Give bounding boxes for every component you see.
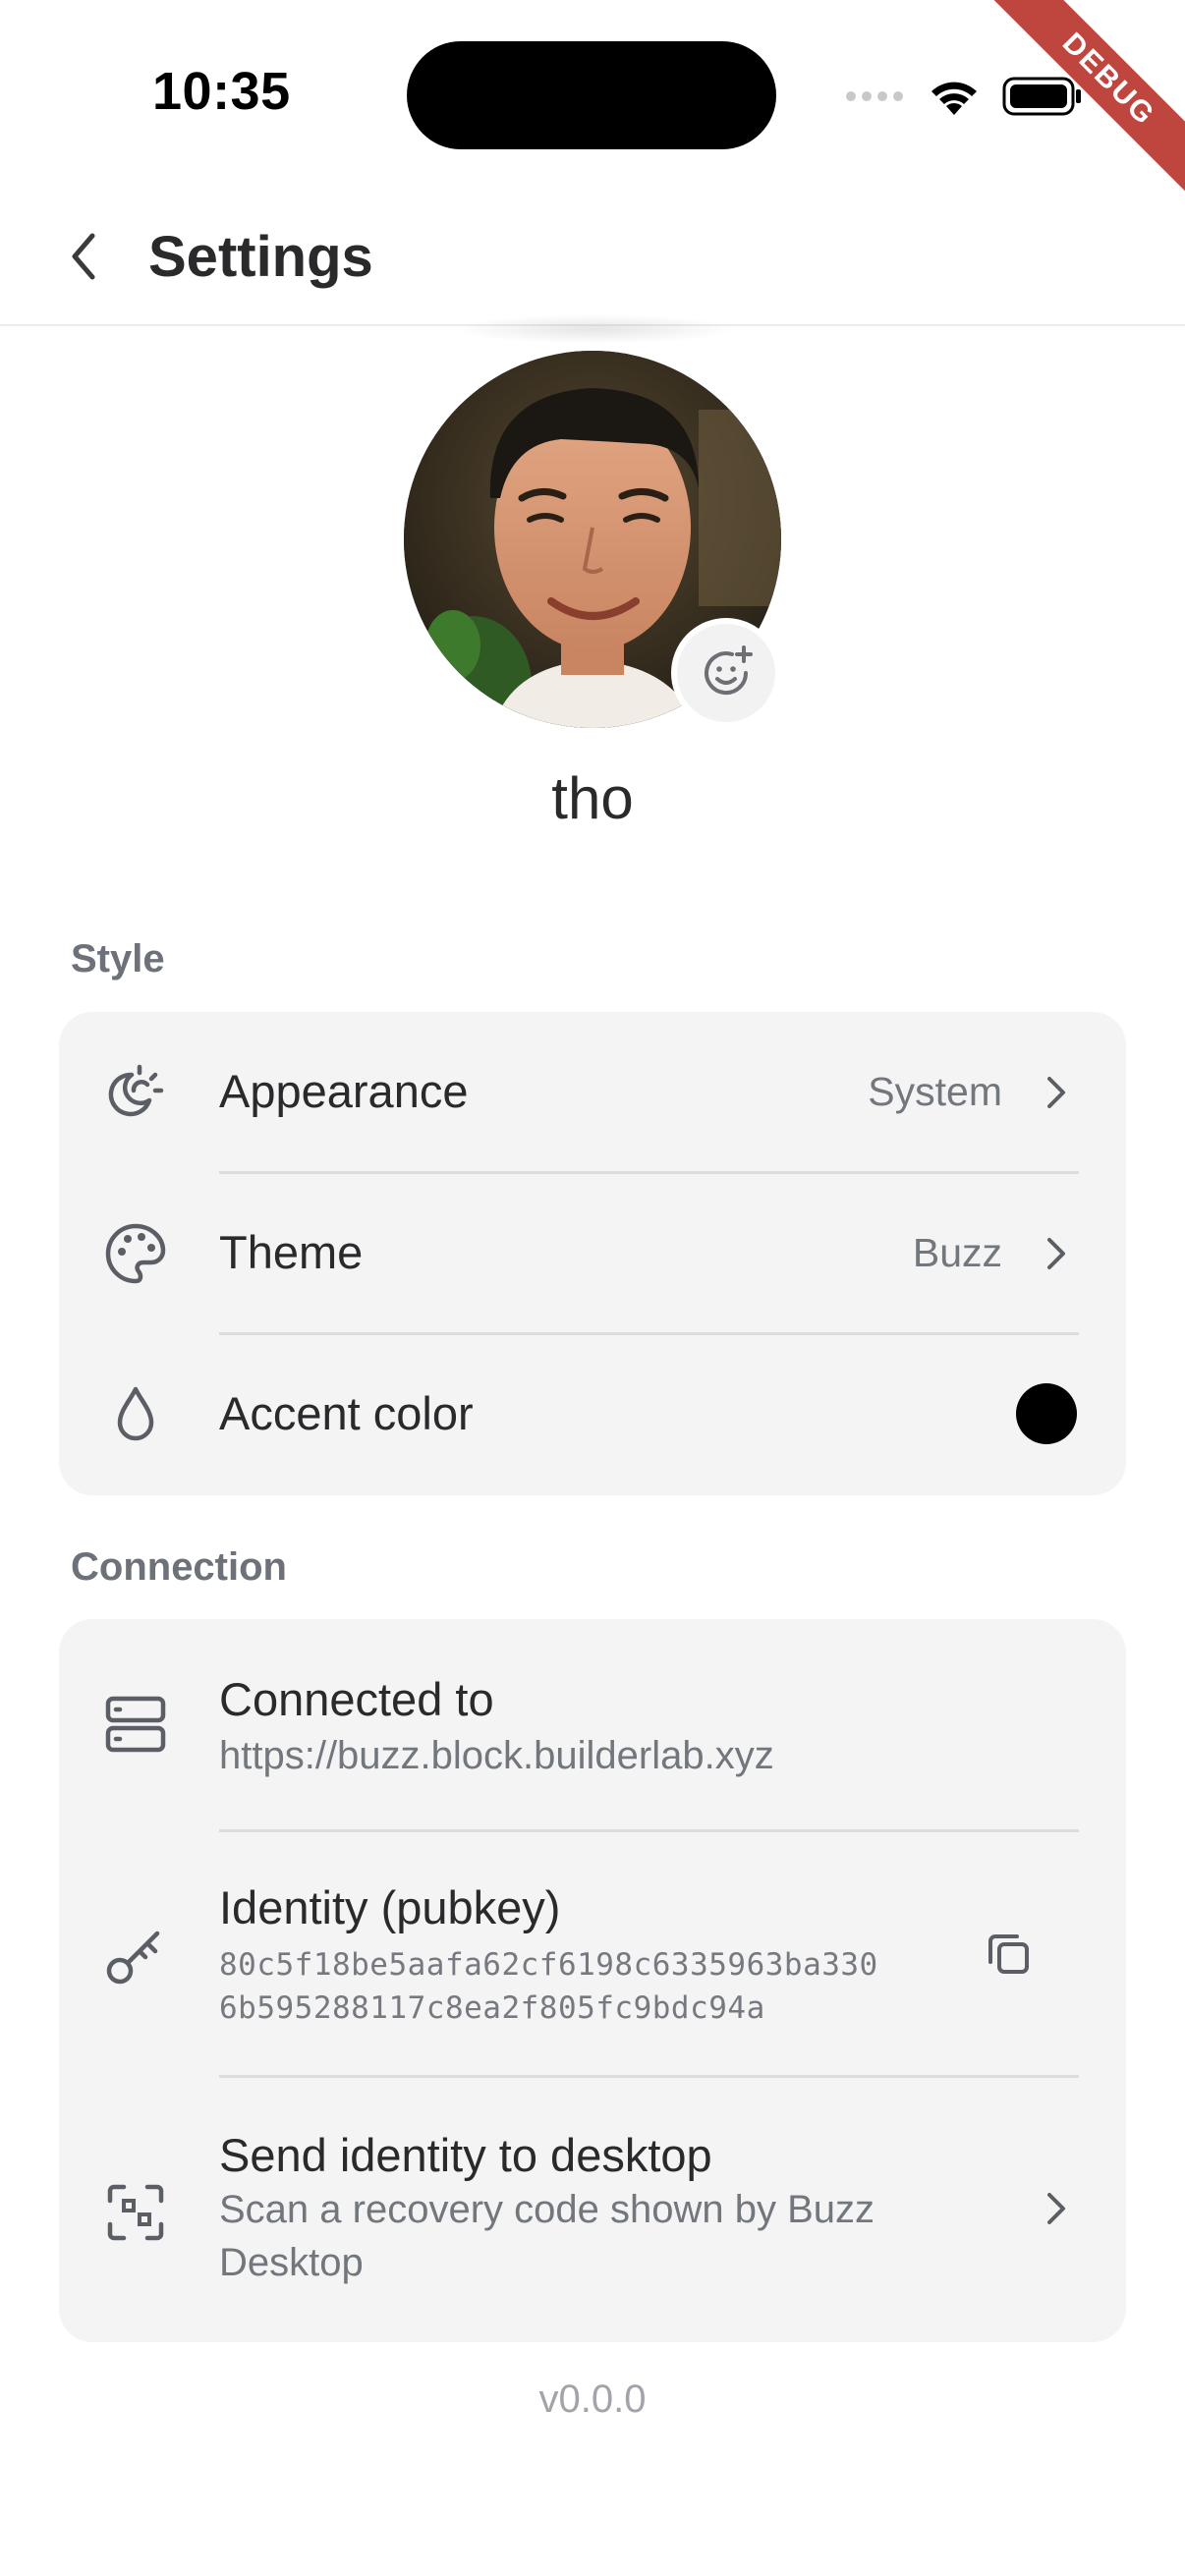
- connected-to-row: Connected to https://buzz.block.builderl…: [59, 1619, 1126, 1831]
- status-bar: 10:35 DEBUG: [0, 0, 1185, 201]
- back-button[interactable]: [49, 222, 118, 291]
- send-identity-subtitle-line-1: Scan a recovery code shown by Buzz: [219, 2188, 875, 2231]
- pubkey-line-1: 80c5f18be5aafa62cf6198c6335963ba330: [219, 1947, 878, 1983]
- scan-icon: [104, 2181, 167, 2244]
- copy-pubkey-button[interactable]: [979, 1924, 1038, 1983]
- app-version: v0.0.0: [538, 2378, 647, 2421]
- theme-value: Buzz: [912, 1230, 1002, 1275]
- profile-avatar-container: [404, 351, 781, 728]
- debug-label: DEBUG: [987, 0, 1185, 201]
- connected-to-label: Connected to: [219, 1673, 494, 1725]
- cellular-signal-icon: [846, 91, 903, 101]
- chevron-right-icon: [1042, 1232, 1071, 1275]
- status-time: 10:35: [152, 62, 291, 121]
- page-title: Settings: [148, 225, 373, 289]
- accent-color-label: Accent color: [219, 1387, 474, 1439]
- debug-ribbon: DEBUG: [969, 0, 1185, 216]
- chevron-right-icon: [1042, 2187, 1071, 2230]
- copy-icon: [988, 1934, 1029, 1974]
- app-header: Settings: [0, 187, 1185, 326]
- droplet-icon: [104, 1383, 167, 1446]
- smiley-plus-icon: [705, 645, 753, 696]
- section-label-style: Style: [71, 937, 165, 980]
- appearance-row[interactable]: Appearance System: [59, 1012, 1126, 1173]
- palette-icon: [104, 1222, 167, 1285]
- chevron-right-icon: [1042, 1071, 1071, 1114]
- header-shadow: [452, 314, 737, 344]
- theme-row[interactable]: Theme Buzz: [59, 1173, 1126, 1334]
- identity-row: Identity (pubkey) 80c5f18be5aafa62cf6198…: [59, 1831, 1126, 2077]
- accent-color-row[interactable]: Accent color: [59, 1334, 1126, 1495]
- appearance-icon: [104, 1061, 167, 1124]
- server-icon: [104, 1693, 167, 1756]
- chevron-left-icon: [72, 233, 95, 280]
- key-icon: [104, 1926, 167, 1988]
- section-label-connection: Connection: [71, 1545, 287, 1589]
- identity-label: Identity (pubkey): [219, 1881, 561, 1933]
- edit-avatar-button[interactable]: [671, 618, 781, 728]
- send-identity-row[interactable]: Send identity to desktop Scan a recovery…: [59, 2077, 1126, 2342]
- server-url: https://buzz.block.builderlab.xyz: [219, 1734, 774, 1777]
- accent-color-swatch[interactable]: [1016, 1383, 1077, 1444]
- style-card: Appearance System Theme Buzz Accent colo…: [59, 1012, 1126, 1495]
- theme-label: Theme: [219, 1226, 364, 1278]
- appearance-label: Appearance: [219, 1065, 469, 1117]
- appearance-value: System: [868, 1069, 1002, 1114]
- dynamic-island: [407, 41, 776, 149]
- connection-card: Connected to https://buzz.block.builderl…: [59, 1619, 1126, 2342]
- send-identity-label: Send identity to desktop: [219, 2129, 712, 2181]
- send-identity-subtitle-line-2: Desktop: [219, 2241, 364, 2284]
- pubkey-line-2: 6b595288117c8ea2f805fc9bdc94a: [219, 1990, 765, 2026]
- profile-username: tho: [551, 765, 634, 831]
